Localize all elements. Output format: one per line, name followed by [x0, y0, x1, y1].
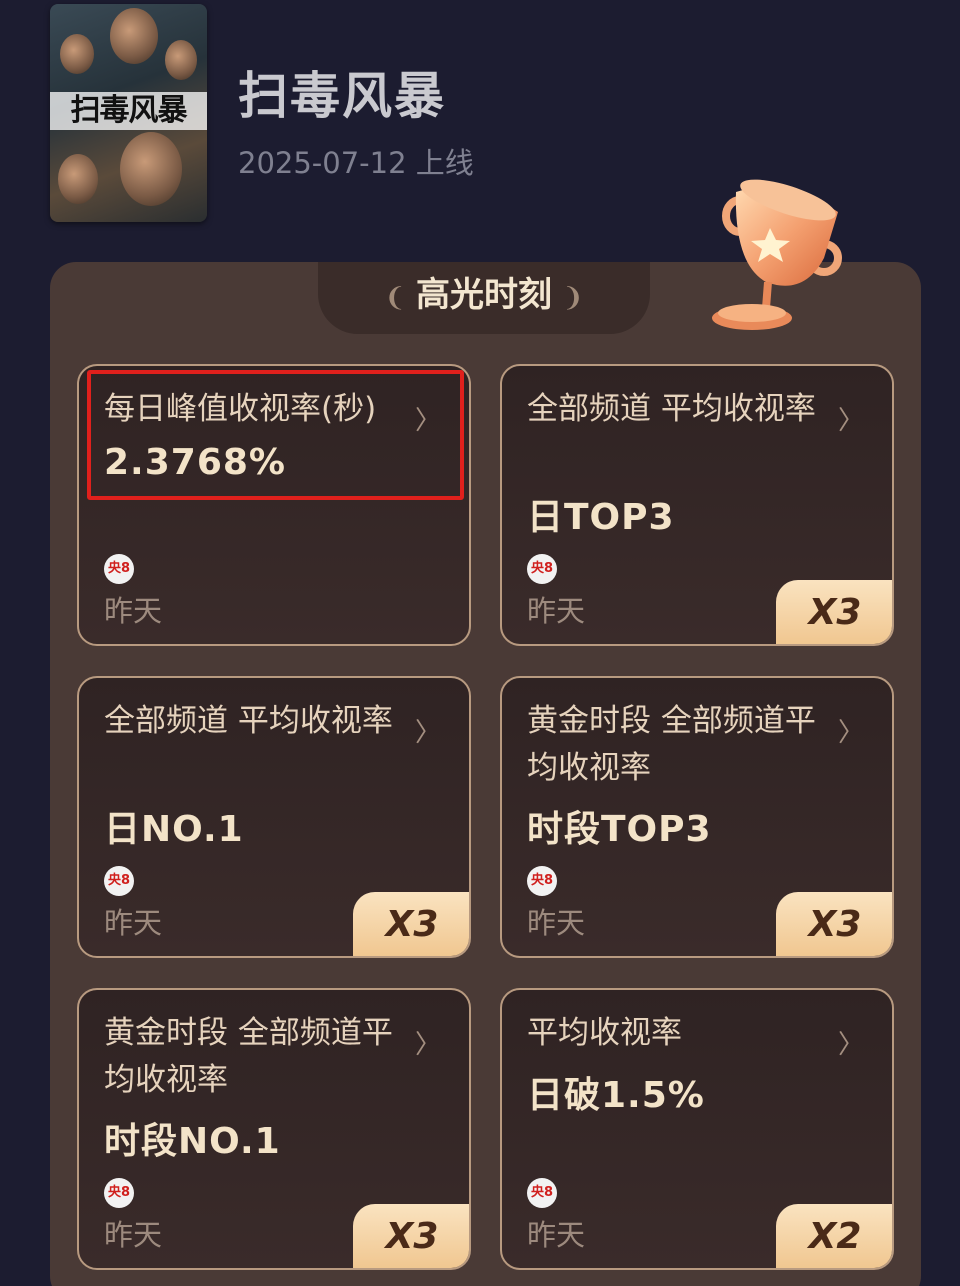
poster-face [120, 132, 182, 206]
card-label: 每日峰值收视率(秒) [104, 391, 377, 427]
card-day: 昨天 [527, 594, 586, 628]
card-day: 昨天 [527, 906, 586, 940]
chevron-right-icon[interactable]: 〉 [415, 400, 441, 437]
chevron-right-icon[interactable]: 〉 [838, 400, 864, 437]
count-badge: X3 [353, 892, 469, 956]
trophy-icon [712, 179, 842, 330]
poster-face [110, 8, 158, 64]
count-badge: X3 [353, 1204, 469, 1268]
card-label: 平均收视率 [527, 1015, 682, 1051]
poster-title: 扫毒风暴 [50, 92, 207, 130]
card-value: 日TOP3 [527, 497, 675, 538]
channel-icon: 央8 [527, 554, 557, 584]
highlight-card[interactable]: 平均收视率 日破1.5% 〉 央8 昨天 X2 [500, 988, 894, 1270]
page: 扫毒风暴 扫毒风暴 2025-07-12 上线 ❨ 高光时刻 ❩ 每日峰值收视率(秒… [0, 0, 960, 1286]
poster-face [165, 40, 197, 80]
chevron-right-icon[interactable]: 〉 [838, 1024, 864, 1061]
highlight-card[interactable]: 全部频道 平均收视率 日NO.1 〉 央8 昨天 X3 [77, 676, 471, 958]
highlight-card[interactable]: 全部频道 平均收视率 日TOP3 〉 央8 昨天 X3 [500, 364, 894, 646]
card-day: 昨天 [104, 594, 163, 628]
card-value: 时段TOP3 [527, 809, 712, 850]
poster-face [60, 34, 94, 74]
card-label: 全部频道 平均收视率 [527, 391, 816, 427]
count-badge: X3 [776, 580, 892, 644]
laurel-left-icon: ❨ [384, 283, 406, 313]
channel-icon: 央8 [527, 1178, 557, 1208]
channel-icon: 央8 [527, 866, 557, 896]
highlight-card[interactable]: 黄金时段 全部频道平均收视率 时段NO.1 〉 央8 昨天 X3 [77, 988, 471, 1270]
card-label: 黄金时段 全部频道平均收视率 [527, 703, 816, 786]
count-badge: X3 [776, 892, 892, 956]
card-value: 时段NO.1 [104, 1121, 281, 1162]
card-day: 昨天 [104, 1218, 163, 1252]
card-value: 2.3768% [104, 442, 286, 483]
show-title: 扫毒风暴 [238, 67, 446, 125]
laurel-right-icon: ❩ [562, 283, 584, 313]
poster-face [58, 154, 98, 204]
chevron-right-icon[interactable]: 〉 [415, 1024, 441, 1061]
release-date: 2025-07-12 上线 [238, 146, 474, 180]
channel-icon: 央8 [104, 1178, 134, 1208]
count-badge: X2 [776, 1204, 892, 1268]
chevron-right-icon[interactable]: 〉 [415, 712, 441, 749]
card-value: 日NO.1 [104, 809, 244, 850]
panel-title-text: 高光时刻 [416, 275, 552, 315]
channel-icon: 央8 [104, 554, 134, 584]
show-poster[interactable]: 扫毒风暴 [50, 4, 207, 222]
highlight-card[interactable]: 黄金时段 全部频道平均收视率 时段TOP3 〉 央8 昨天 X3 [500, 676, 894, 958]
highlight-card[interactable]: 每日峰值收视率(秒) 2.3768% 〉 央8 昨天 [77, 364, 471, 646]
panel-title: ❨ 高光时刻 ❩ [318, 270, 650, 320]
card-day: 昨天 [104, 906, 163, 940]
channel-icon: 央8 [104, 866, 134, 896]
card-label: 黄金时段 全部频道平均收视率 [104, 1015, 393, 1098]
card-day: 昨天 [527, 1218, 586, 1252]
card-value: 日破1.5% [527, 1075, 705, 1116]
chevron-right-icon[interactable]: 〉 [838, 712, 864, 749]
card-label: 全部频道 平均收视率 [104, 703, 393, 739]
